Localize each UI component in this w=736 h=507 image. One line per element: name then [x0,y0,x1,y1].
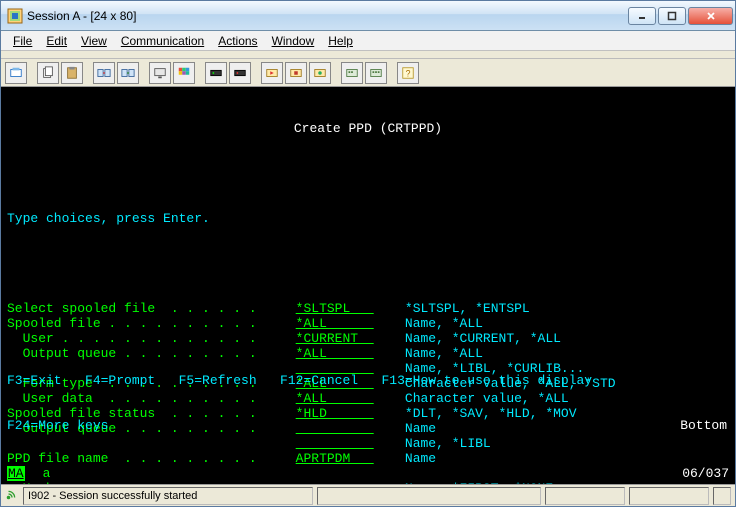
fkeys-line2: F24=More keys [7,418,729,433]
tb-keypad1[interactable] [341,62,363,84]
field-hint: *SLTSPL, *ENTSPL [405,301,530,316]
window-controls [628,7,733,25]
field-input[interactable]: *ALL [296,316,374,331]
tb-receive[interactable] [117,62,139,84]
status-spacer [317,487,541,505]
tb-display[interactable] [149,62,171,84]
window-title: Session A - [24 x 80] [27,9,628,23]
terminal-status-line: MA a 06/037 [1,465,735,482]
menubar: File Edit View Communication Actions Win… [1,31,735,51]
tb-macro-play[interactable] [261,62,283,84]
screen-title: Create PPD (CRTPPD) [7,121,729,136]
menu-actions[interactable]: Actions [212,33,263,49]
status-slot-1 [545,487,625,505]
status-slot-3 [713,487,731,505]
connection-icon [5,487,19,504]
field-hint: Name, *ALL [405,316,483,331]
statusbar: I902 - Session successfully started [1,484,735,506]
fkey-help: F3=Exit F4=Prompt F5=Refresh F12=Cancel … [7,343,729,463]
tb-keypad2[interactable] [365,62,387,84]
titlebar[interactable]: Session A - [24 x 80] [1,1,735,31]
tb-macro-stop[interactable] [285,62,307,84]
menu-window[interactable]: Window [266,33,321,49]
svg-text:?: ? [406,68,411,78]
terminal-screen[interactable]: Create PPD (CRTPPD) Type choices, press … [1,87,735,484]
tb-disconnect[interactable] [229,62,251,84]
tb-macro-rec[interactable] [309,62,331,84]
field-row: Spooled file . . . . . . . . . . *ALL Na… [7,316,729,331]
app-icon [7,8,23,24]
status-a: a [43,466,51,481]
close-button[interactable] [688,7,733,25]
tb-colormap[interactable] [173,62,195,84]
toolbar: ? [1,59,735,87]
status-ma: MA [7,466,25,481]
menu-edit[interactable]: Edit [40,33,73,49]
field-label: Spooled file . . . . . . . . . . [7,316,264,331]
tb-paste[interactable] [61,62,83,84]
tb-copy[interactable] [37,62,59,84]
status-slot-2 [629,487,709,505]
field-input[interactable]: *SLTSPL [296,301,374,316]
fkeys-line1: F3=Exit F4=Prompt F5=Refresh F12=Cancel … [7,373,729,388]
maximize-button[interactable] [658,7,686,25]
tb-printscreen[interactable] [5,62,27,84]
field-label: Select spooled file . . . . . . [7,301,264,316]
app-window: Session A - [24 x 80] File Edit View Com… [0,0,736,507]
status-message: I902 - Session successfully started [23,487,313,505]
tb-connect[interactable] [205,62,227,84]
tb-help[interactable]: ? [397,62,419,84]
option-strip [1,51,735,59]
menu-file[interactable]: File [7,33,38,49]
menu-view[interactable]: View [75,33,113,49]
screen-prompt: Type choices, press Enter. [7,211,729,226]
status-cursor-pos: 06/037 [682,466,729,481]
minimize-button[interactable] [628,7,656,25]
menu-communication[interactable]: Communication [115,33,210,49]
menu-help[interactable]: Help [322,33,359,49]
tb-send[interactable] [93,62,115,84]
field-row: Select spooled file . . . . . . *SLTSPL … [7,301,729,316]
